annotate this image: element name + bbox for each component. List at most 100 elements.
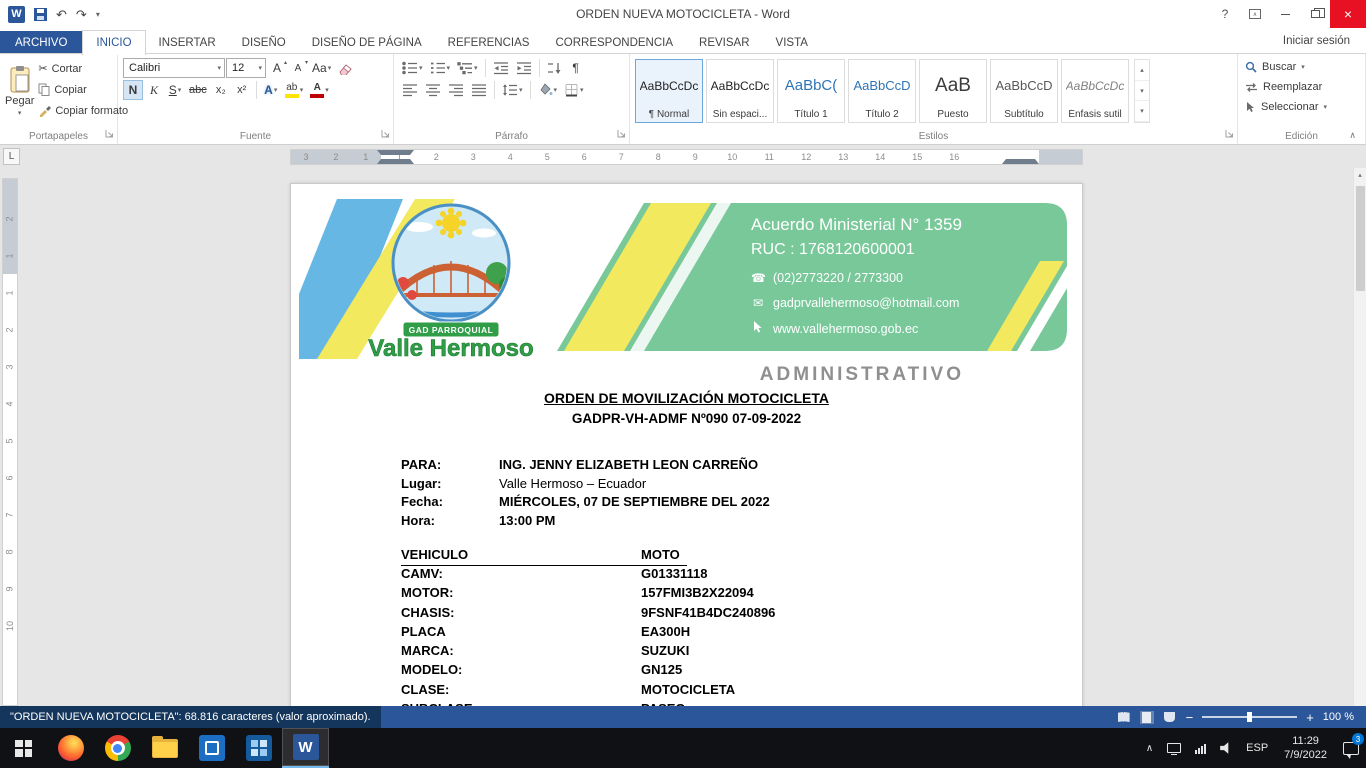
minimize-button[interactable] xyxy=(1270,0,1300,28)
shrink-font-button[interactable]: A▾ xyxy=(288,58,308,78)
tab-revisar[interactable]: REVISAR xyxy=(686,31,763,54)
tab-diseno[interactable]: DISEÑO xyxy=(229,31,299,54)
gallery-down-icon[interactable]: ▾ xyxy=(1135,81,1149,102)
borders-button[interactable]: ▾ xyxy=(561,80,587,100)
sign-in-link[interactable]: Iniciar sesión xyxy=(1267,35,1366,47)
save-icon[interactable] xyxy=(34,8,47,21)
font-dialog-launcher-icon[interactable] xyxy=(381,127,390,141)
strikethrough-button[interactable]: abc xyxy=(186,80,210,100)
document-page[interactable]: GAD PARROQUIAL Valle Hermoso Acuerdo Min… xyxy=(290,183,1083,706)
italic-button[interactable]: K xyxy=(144,80,164,100)
tab-stop-selector[interactable]: L xyxy=(3,148,20,165)
sort-button[interactable] xyxy=(544,58,565,78)
line-spacing-button[interactable]: ▾ xyxy=(499,80,526,100)
vertical-scrollbar[interactable]: ▴ xyxy=(1353,168,1366,706)
style-heading1[interactable]: AaBbC(Título 1 xyxy=(777,59,845,123)
taskbar-chrome[interactable] xyxy=(94,728,141,768)
style-subtle-emphasis[interactable]: AaBbCcDcÉnfasis sutil xyxy=(1061,59,1129,123)
font-color-button[interactable]: A▾ xyxy=(307,80,332,100)
subscript-button[interactable]: x₂ xyxy=(211,80,231,100)
text-effects-button[interactable]: A▾ xyxy=(261,80,281,100)
replace-button[interactable]: Reemplazar xyxy=(1241,77,1362,97)
tray-chevron-icon[interactable]: ∧ xyxy=(1139,728,1160,768)
gallery-more-icon[interactable]: ▾ xyxy=(1135,101,1149,122)
hanging-indent-marker[interactable] xyxy=(377,159,414,164)
clipboard-dialog-launcher-icon[interactable] xyxy=(105,127,114,141)
taskbar-file-explorer[interactable] xyxy=(141,728,188,768)
tab-archivo[interactable]: ARCHIVO xyxy=(0,31,82,54)
copy-button[interactable]: Copiar xyxy=(35,79,131,100)
zoom-in-button[interactable]: + xyxy=(1306,711,1314,724)
show-marks-button[interactable]: ¶ xyxy=(566,58,586,78)
underline-button[interactable]: S▾ xyxy=(165,80,185,100)
action-center[interactable]: 3 xyxy=(1336,728,1366,768)
tray-network[interactable] xyxy=(1188,728,1213,768)
tab-vista[interactable]: VISTA xyxy=(763,31,821,54)
decrease-indent-button[interactable] xyxy=(490,58,512,78)
zoom-level[interactable]: 100 % xyxy=(1323,711,1354,723)
zoom-slider[interactable] xyxy=(1202,716,1297,718)
tab-diseno-pagina[interactable]: DISEÑO DE PÁGINA xyxy=(299,31,435,54)
language-indicator[interactable]: ESP xyxy=(1239,728,1275,768)
style-normal[interactable]: AaBbCcDc¶ Normal xyxy=(635,59,703,123)
increase-indent-button[interactable] xyxy=(513,58,535,78)
paragraph-dialog-launcher-icon[interactable] xyxy=(617,127,626,141)
tab-referencias[interactable]: REFERENCIAS xyxy=(435,31,543,54)
tab-insertar[interactable]: INSERTAR xyxy=(146,31,229,54)
restore-button[interactable] xyxy=(1300,0,1330,28)
taskbar-clock[interactable]: 11:297/9/2022 xyxy=(1275,734,1336,762)
find-button[interactable]: Buscar▾ xyxy=(1241,57,1362,77)
help-button[interactable]: ? xyxy=(1210,0,1240,28)
justify-button[interactable] xyxy=(468,80,490,100)
numbering-button[interactable]: ▾ xyxy=(427,58,454,78)
font-name-combobox[interactable]: Calibri▾ xyxy=(123,58,225,78)
redo-icon[interactable]: ↷ xyxy=(76,8,87,21)
taskbar-firefox[interactable] xyxy=(47,728,94,768)
superscript-button[interactable]: x² xyxy=(232,80,252,100)
bullets-button[interactable]: ▾ xyxy=(399,58,426,78)
select-button[interactable]: Seleccionar▾ xyxy=(1241,97,1362,117)
zoom-slider-thumb[interactable] xyxy=(1247,712,1252,722)
format-painter-button[interactable]: Copiar formato xyxy=(35,100,131,121)
tab-inicio[interactable]: INICIO xyxy=(82,30,145,55)
grow-font-button[interactable]: A▴ xyxy=(267,58,287,78)
style-title[interactable]: AaBPuesto xyxy=(919,59,987,123)
bold-button[interactable]: N xyxy=(123,80,143,100)
style-subtitle[interactable]: AaBbCcDSubtítulo xyxy=(990,59,1058,123)
tab-correspondencia[interactable]: CORRESPONDENCIA xyxy=(542,31,686,54)
tray-volume[interactable] xyxy=(1213,728,1239,768)
style-no-spacing[interactable]: AaBbCcDcSin espaci... xyxy=(706,59,774,123)
cut-button[interactable]: ✂Cortar xyxy=(35,58,131,79)
shading-button[interactable]: ▾ xyxy=(535,80,561,100)
scroll-up-icon[interactable]: ▴ xyxy=(1354,168,1366,182)
align-center-button[interactable] xyxy=(422,80,444,100)
read-mode-button[interactable] xyxy=(1117,711,1131,724)
ribbon-display-options-button[interactable]: ∧ xyxy=(1240,0,1270,28)
style-heading2[interactable]: AaBbCcDTítulo 2 xyxy=(848,59,916,123)
clear-formatting-button[interactable] xyxy=(335,58,356,78)
first-line-indent-marker[interactable] xyxy=(377,150,414,155)
align-left-button[interactable] xyxy=(399,80,421,100)
close-button[interactable]: × xyxy=(1330,0,1366,28)
scrollbar-thumb[interactable] xyxy=(1356,186,1365,291)
tray-display[interactable] xyxy=(1160,728,1188,768)
multilevel-list-button[interactable]: ▾ xyxy=(454,58,481,78)
zoom-out-button[interactable]: − xyxy=(1186,711,1194,724)
web-layout-button[interactable] xyxy=(1163,711,1177,724)
collapse-ribbon-icon[interactable]: ∧ xyxy=(1349,130,1356,141)
highlight-color-button[interactable]: ab▾ xyxy=(282,80,307,100)
styles-dialog-launcher-icon[interactable] xyxy=(1225,127,1234,141)
change-case-button[interactable]: Aa▾ xyxy=(309,58,334,78)
gallery-up-icon[interactable]: ▴ xyxy=(1135,60,1149,81)
qat-customize-caret-icon[interactable]: ▾ xyxy=(96,10,100,19)
undo-icon[interactable]: ↶ xyxy=(56,8,67,21)
align-right-button[interactable] xyxy=(445,80,467,100)
print-layout-button[interactable] xyxy=(1140,711,1154,724)
character-count-message[interactable]: "ORDEN NUEVA MOTOCICLETA": 68.816 caract… xyxy=(0,706,381,728)
font-size-combobox[interactable]: 12▾ xyxy=(226,58,266,78)
right-indent-marker[interactable] xyxy=(1002,159,1039,164)
start-button[interactable] xyxy=(0,728,47,768)
taskbar-word[interactable]: W xyxy=(282,728,329,768)
taskbar-app-2[interactable] xyxy=(235,728,282,768)
taskbar-app-1[interactable] xyxy=(188,728,235,768)
